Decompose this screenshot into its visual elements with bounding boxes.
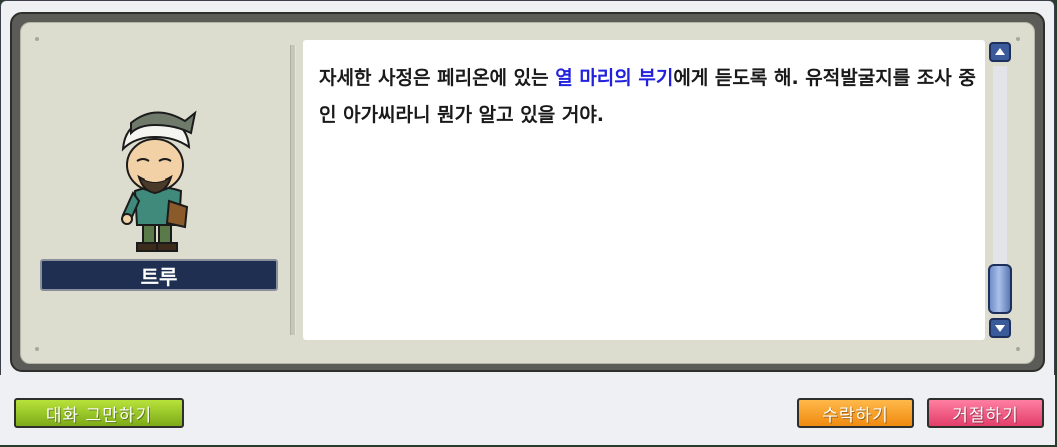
scroll-up-arrow-icon[interactable] bbox=[989, 42, 1011, 62]
panel-divider bbox=[290, 45, 296, 335]
dialog-text-before: 자세한 사정은 페리온에 있는 bbox=[319, 67, 556, 89]
rivet-decoration bbox=[1016, 347, 1020, 351]
dialog-text-box: 자세한 사정은 페리온에 있는 열 마리의 부기에게 듣도록 해. 유적발굴지를… bbox=[303, 40, 985, 340]
npc-nameplate: 트루 bbox=[40, 259, 278, 291]
dialog-highlight-npc-name: 열 마리의 부기 bbox=[555, 67, 674, 89]
dialog-text: 자세한 사정은 페리온에 있는 열 마리의 부기에게 듣도록 해. 유적발굴지를… bbox=[319, 60, 979, 134]
dialog-scrollbar[interactable] bbox=[988, 42, 1014, 338]
accept-button[interactable]: 수락하기 bbox=[797, 398, 914, 428]
decline-button[interactable]: 거절하기 bbox=[927, 398, 1044, 428]
scrollbar-thumb[interactable] bbox=[988, 264, 1012, 314]
end-chat-button[interactable]: 대화 그만하기 bbox=[14, 398, 184, 428]
rivet-decoration bbox=[35, 347, 39, 351]
rivet-decoration bbox=[1016, 37, 1020, 41]
scroll-down-arrow-icon[interactable] bbox=[989, 318, 1011, 338]
npc-portrait bbox=[121, 110, 197, 252]
rivet-decoration bbox=[35, 37, 39, 41]
